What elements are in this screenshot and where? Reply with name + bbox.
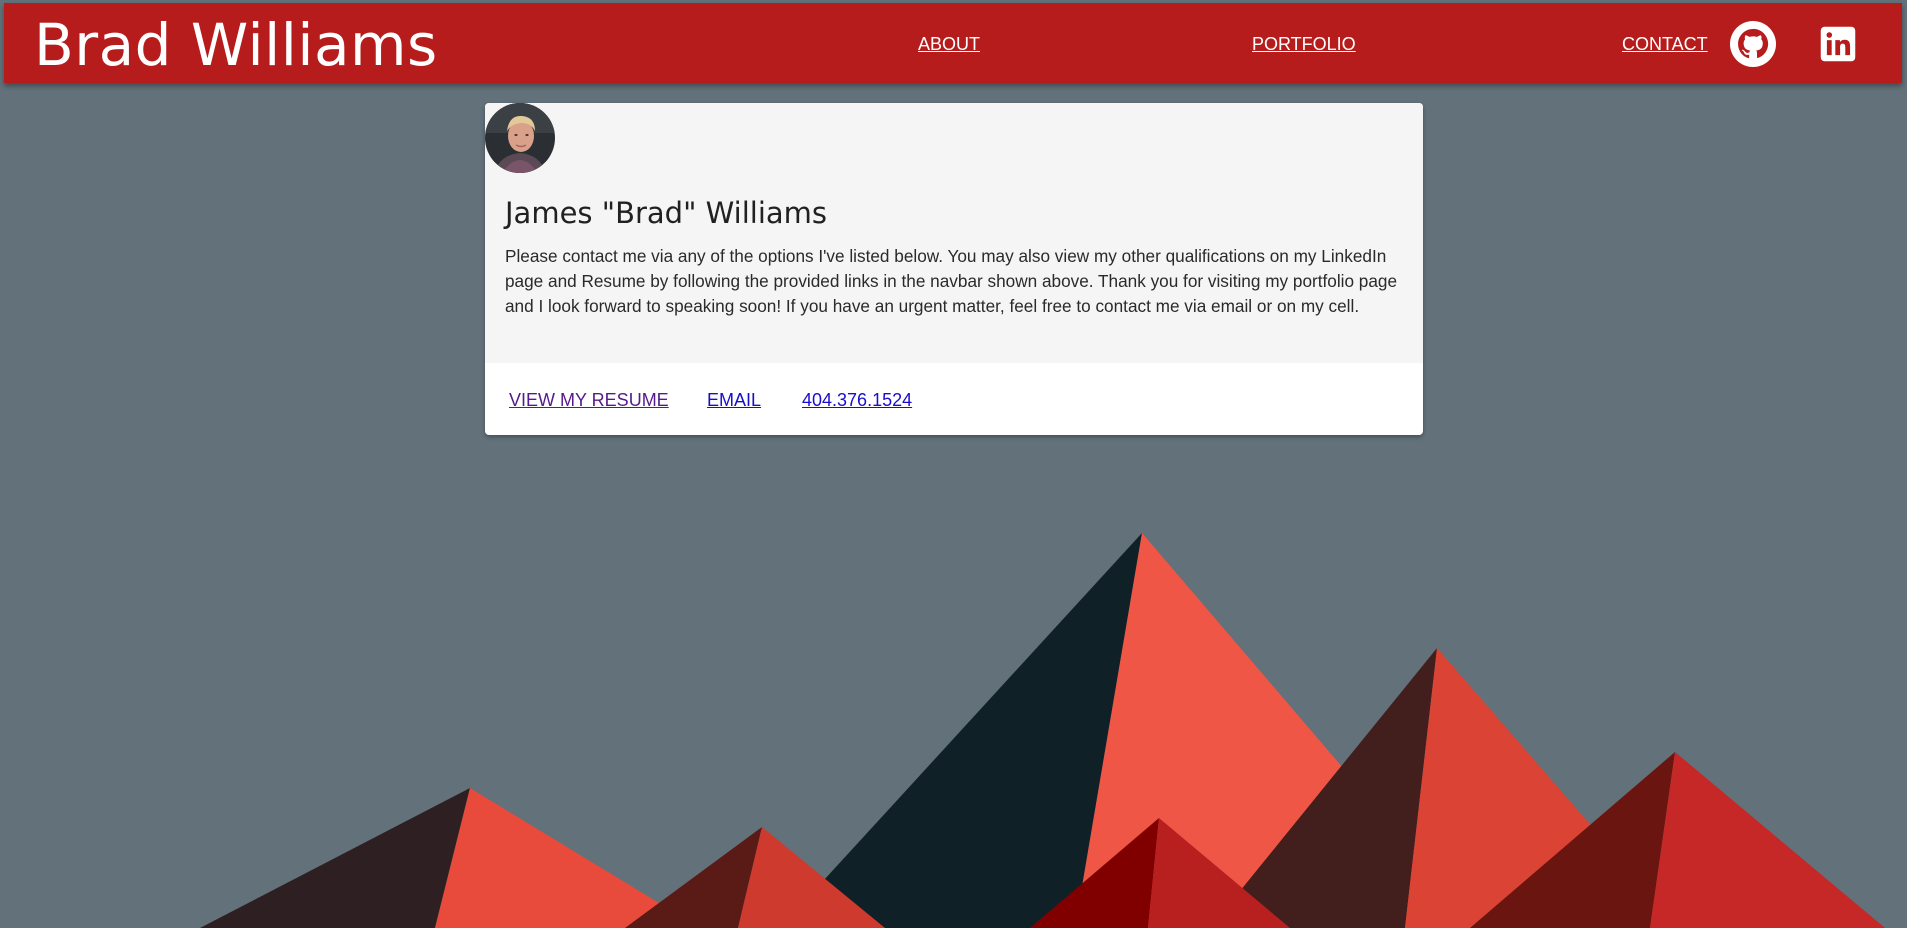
brand-logo[interactable]: Brad Williams — [34, 9, 438, 81]
linkedin-icon[interactable] — [1815, 21, 1861, 67]
view-resume-link[interactable]: VIEW MY RESUME — [509, 389, 669, 411]
card-content: James "Brad" Williams Please contact me … — [485, 103, 1423, 363]
card-actions: VIEW MY RESUME EMAIL 404.376.1524 — [485, 363, 1423, 435]
nav-link-contact[interactable]: CONTACT — [1622, 33, 1708, 55]
github-icon[interactable] — [1730, 21, 1776, 67]
card-description: Please contact me via any of the options… — [505, 246, 1398, 316]
avatar — [485, 103, 555, 173]
navbar: Brad Williams ABOUT PORTFOLIO CONTACT — [4, 3, 1902, 83]
contact-card: James "Brad" Williams Please contact me … — [485, 103, 1423, 435]
nav-link-portfolio[interactable]: PORTFOLIO — [1252, 33, 1356, 55]
nav-link-about[interactable]: ABOUT — [918, 33, 980, 55]
email-link[interactable]: EMAIL — [707, 389, 761, 411]
phone-link[interactable]: 404.376.1524 — [802, 389, 912, 411]
card-title: James "Brad" Williams — [505, 196, 828, 230]
